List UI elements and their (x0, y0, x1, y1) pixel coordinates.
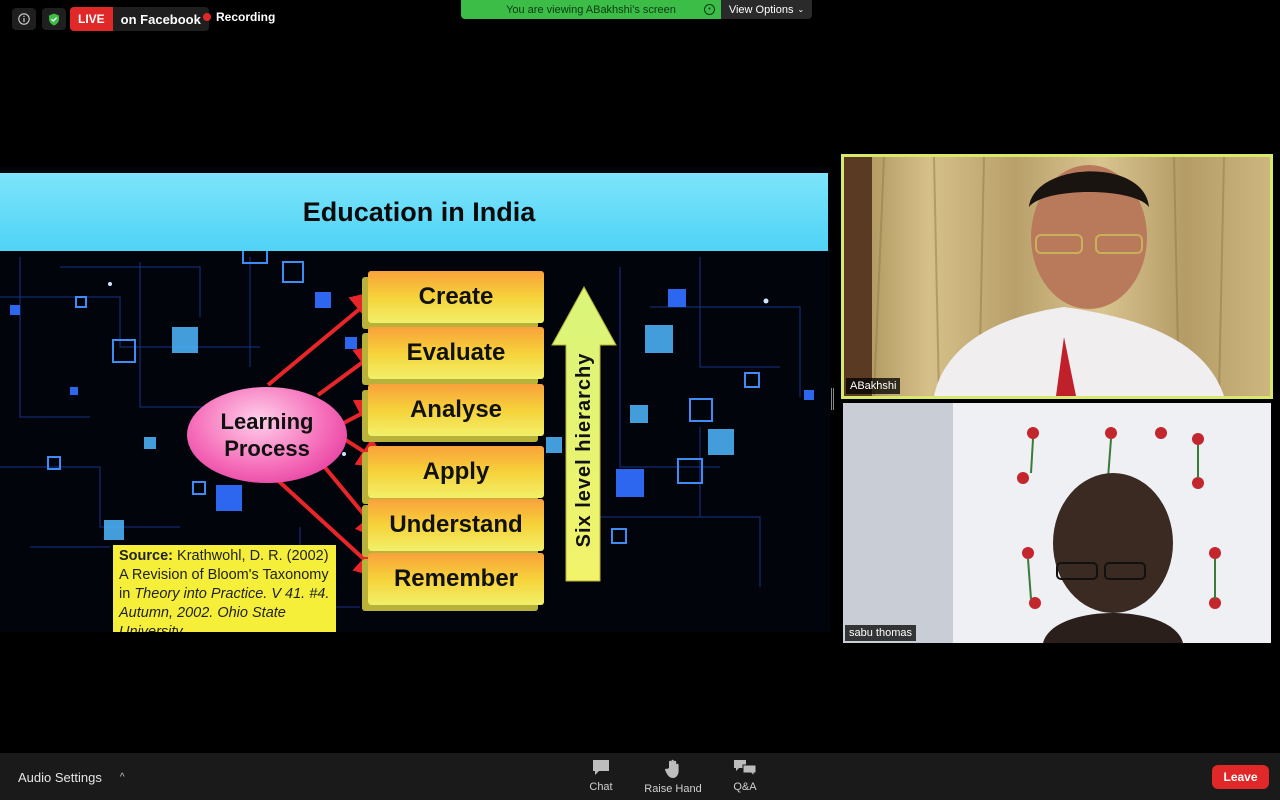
live-platform-label: on Facebook (120, 11, 201, 27)
raise-hand-label: Raise Hand (644, 783, 702, 795)
leave-button[interactable]: Leave (1212, 765, 1269, 789)
level-apply: Apply (368, 446, 544, 498)
qa-label: Q&A (733, 781, 757, 793)
panel-resize-handle[interactable] (831, 388, 834, 410)
qa-icon (734, 760, 757, 777)
video-tile-sabu-thomas[interactable]: sabu thomas (843, 403, 1271, 643)
slide-title: Education in India (302, 196, 536, 227)
raise-hand-button[interactable]: Raise Hand (638, 759, 708, 799)
view-options-button[interactable]: View Options ⌄ (721, 0, 812, 19)
participant-name-abakhshi: ABakhshi (846, 378, 901, 394)
view-options-label: View Options (728, 3, 794, 16)
level-remember: Remember (368, 553, 544, 605)
chevron-down-icon: ⌄ (797, 5, 805, 14)
live-stream-indicator[interactable]: LIVE on Facebook (70, 7, 209, 31)
recording-dot-icon (203, 13, 211, 21)
video-tile-abakhshi[interactable]: ABakhshi (841, 154, 1273, 399)
participant-video-sabu-thomas (843, 403, 1271, 643)
meeting-info-button[interactable] (12, 8, 36, 30)
shared-screen: Education in India Learning Process Crea… (0, 167, 830, 632)
qa-button[interactable]: Q&A (710, 759, 780, 799)
chat-button[interactable]: Chat (566, 759, 636, 799)
learning-process-line1: Learning (220, 409, 314, 434)
chat-icon (593, 760, 609, 775)
source-citation: Source: Krathwohl, D. R. (2002) A Revisi… (113, 545, 336, 632)
level-evaluate: Evaluate (368, 327, 544, 379)
recording-label: Recording (216, 10, 276, 24)
audio-settings-label: Audio Settings (18, 770, 102, 785)
raise-hand-icon (664, 759, 679, 778)
source-journal: Theory into Practice. V 41. #4. Autumn, … (119, 586, 330, 632)
shield-check-icon (49, 13, 59, 25)
learning-process-node: Learning Process (187, 387, 347, 483)
level-create: Create (368, 271, 544, 323)
security-button[interactable] (42, 8, 66, 30)
chat-label: Chat (589, 781, 613, 793)
meeting-toolbar: Audio Settings ^ Chat Raise Hand Q&A Lea… (0, 753, 1280, 800)
level-analyse: Analyse (368, 384, 544, 436)
info-icon (18, 13, 30, 25)
learning-process-line2: Process (224, 436, 310, 461)
level-understand: Understand (368, 499, 544, 551)
audio-settings-button[interactable]: Audio Settings ^ (18, 770, 125, 785)
recording-indicator: Recording (203, 10, 275, 24)
zoom-webinar-window: LIVE on Facebook Recording You are viewi… (0, 0, 1280, 800)
participant-video-abakhshi (844, 157, 1270, 396)
banner-status-icon: • (704, 4, 715, 15)
caret-up-icon[interactable]: ^ (120, 772, 125, 783)
screen-share-banner: You are viewing ABakhshi's screen • (461, 0, 721, 19)
hierarchy-label: Six level hierarchy (572, 352, 595, 548)
live-badge: LIVE (70, 7, 113, 31)
source-label: Source: (119, 548, 173, 564)
slide-title-bar: Education in India (0, 173, 828, 251)
participant-name-sabu-thomas: sabu thomas (845, 625, 916, 641)
screen-share-banner-text: You are viewing ABakhshi's screen (506, 3, 676, 16)
